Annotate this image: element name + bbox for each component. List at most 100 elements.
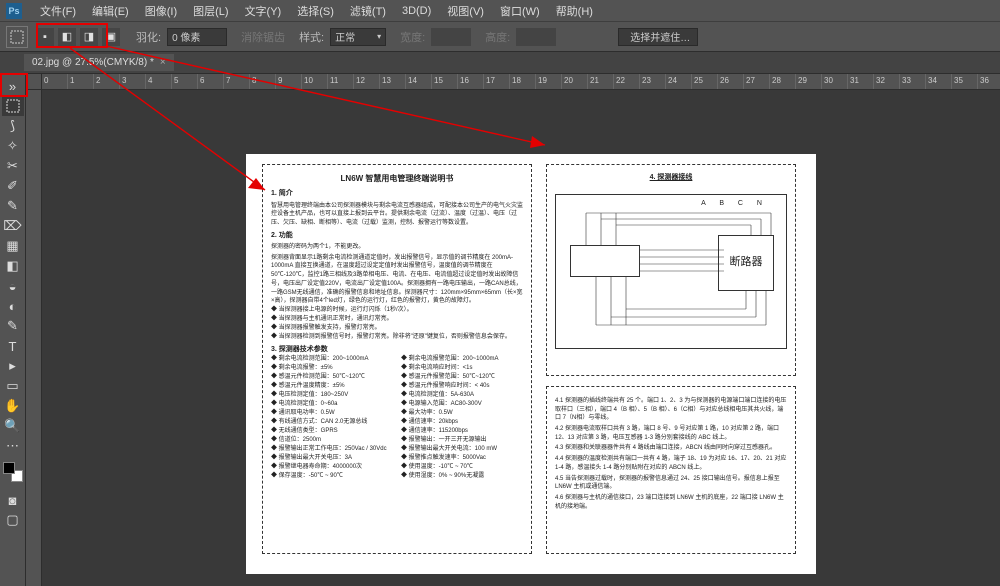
ruler-tick: 9 — [276, 74, 302, 89]
arrange-icon[interactable]: » — [2, 76, 24, 96]
doc-h2-func: 2. 功能 — [271, 231, 523, 242]
shape-tool-icon[interactable]: ▭ — [2, 376, 24, 396]
detector-unit — [570, 245, 640, 277]
ruler-tick: 31 — [848, 74, 874, 89]
ruler-tick: 7 — [224, 74, 250, 89]
sel-intersect-icon[interactable]: ▣ — [102, 28, 120, 46]
ruler-tick: 16 — [458, 74, 484, 89]
brush-tool-icon[interactable]: ✎ — [2, 196, 24, 216]
document-tab[interactable]: 02.jpg @ 27.5%(CMYK/8) * × — [24, 54, 174, 71]
lasso-tool-icon[interactable]: ⟆ — [2, 116, 24, 136]
ruler-tick: 34 — [926, 74, 952, 89]
text-tool-icon[interactable]: T — [2, 336, 24, 356]
ruler-corner — [26, 74, 42, 90]
ruler-tick: 35 — [952, 74, 978, 89]
current-tool-preview[interactable] — [6, 26, 28, 48]
ruler-tick: 10 — [302, 74, 328, 89]
ruler-tick: 13 — [380, 74, 406, 89]
crop-tool-icon[interactable]: ✂ — [2, 156, 24, 176]
menu-help[interactable]: 帮助(H) — [548, 3, 601, 19]
quickmask-icon[interactable]: ◙ — [2, 490, 24, 510]
list-item: 感温元件报警响应时间：< 40s — [401, 382, 523, 391]
list-item: 剩余电流报警：±5% — [271, 364, 393, 373]
ruler-tick: 3 — [120, 74, 146, 89]
list-item: 电流检测定值：0~60a — [271, 400, 393, 409]
width-label: 宽度: — [400, 29, 425, 45]
ruler-tick: 32 — [874, 74, 900, 89]
menu-view[interactable]: 视图(V) — [439, 3, 492, 19]
ruler-tick: 4 — [146, 74, 172, 89]
blur-tool-icon[interactable]: ◒ — [2, 276, 24, 296]
list-item: 使用湿度：0% ~ 90%无凝露 — [401, 472, 523, 481]
list-item: 剩余电流报警范围：200~1000mA — [401, 355, 523, 364]
magic-wand-tool-icon[interactable]: ✧ — [2, 136, 24, 156]
menu-edit[interactable]: 编辑(E) — [84, 3, 137, 19]
screenmode-icon[interactable]: ▢ — [2, 510, 24, 530]
doc-right-top-section: 4. 探测器接线 A B C N 断路器 — [546, 164, 796, 376]
menu-window[interactable]: 窗口(W) — [492, 3, 548, 19]
close-icon[interactable]: × — [160, 57, 166, 68]
menu-type[interactable]: 文字(Y) — [237, 3, 290, 19]
list-item: 电流检测定值：5A-630A — [401, 391, 523, 400]
path-select-tool-icon[interactable]: ▸ — [2, 356, 24, 376]
list-item: 报警继电器寿命期：4000000次 — [271, 463, 393, 472]
style-dropdown[interactable]: 正常 — [330, 28, 386, 46]
list-item: 报警输出最大开关电流：100 mW — [401, 445, 523, 454]
ruler-tick: 19 — [536, 74, 562, 89]
hand-tool-icon[interactable]: ✋ — [2, 396, 24, 416]
sel-new-icon[interactable]: ▪ — [36, 28, 54, 46]
feather-label: 羽化: — [136, 29, 161, 45]
ruler-tick: 21 — [588, 74, 614, 89]
width-input — [431, 28, 471, 46]
menu-select[interactable]: 选择(S) — [289, 3, 342, 19]
menu-image[interactable]: 图像(I) — [137, 3, 185, 19]
list-item: 电源输入范围：AC80-300V — [401, 400, 523, 409]
marquee-tool-icon[interactable] — [2, 96, 24, 116]
dodge-tool-icon[interactable]: ◐ — [2, 296, 24, 316]
healing-tool-icon[interactable]: ⌦ — [2, 216, 24, 236]
list-item: 报警推点触发速率：5000Vac — [401, 454, 523, 463]
menu-3d[interactable]: 3D(D) — [394, 5, 439, 17]
pen-tool-icon[interactable]: ✎ — [2, 316, 24, 336]
foreground-swatch[interactable] — [3, 462, 15, 474]
ruler-tick: 17 — [484, 74, 510, 89]
list-item: 感温元件报警范围：50℃~120℃ — [401, 373, 523, 382]
ruler-tick: 20 — [562, 74, 588, 89]
feather-input[interactable]: 0 像素 — [167, 28, 227, 46]
list-item: 报警输出正常工作电压：250Vac / 30Vdc — [271, 445, 393, 454]
list-item: 电压检测定值：180~250V — [271, 391, 393, 400]
height-input — [516, 28, 556, 46]
menu-filter[interactable]: 滤镜(T) — [342, 3, 394, 19]
list-item: 报警输出：一开三开无源输出 — [401, 436, 523, 445]
style-label: 样式: — [299, 29, 324, 45]
note-2: 4.2 探测器电流取样口共有 3 路，端口 8 号、9 号对应第 1 路，10 … — [555, 425, 787, 442]
note-4: 4.4 探测器的温度检测共有端口一共有 4 路，端子 18、19 为对应 16、… — [555, 455, 787, 472]
list-item: 当探测器与主机通讯正常时，通讯灯常亮。 — [271, 315, 523, 324]
note-1: 4.1 探测器的插线终端共有 25 个。端口 1、2、3 为与探测器的电源端口端… — [555, 397, 787, 423]
stamp-tool-icon[interactable]: ▦ — [2, 236, 24, 256]
ruler-tick: 30 — [822, 74, 848, 89]
ruler-tick: 14 — [406, 74, 432, 89]
ruler-tick: 23 — [640, 74, 666, 89]
more-tools-icon[interactable]: ⋯ — [2, 436, 24, 456]
doc-bullets-1: 当探测器接上电源的时候，运行灯闪烁（1秒/次）。 当探测器与主机通讯正常时，通讯… — [271, 306, 523, 342]
height-label: 高度: — [485, 29, 510, 45]
eyedropper-tool-icon[interactable]: ✐ — [2, 176, 24, 196]
gradient-tool-icon[interactable]: ◧ — [2, 256, 24, 276]
zoom-tool-icon[interactable]: 🔍 — [2, 416, 24, 436]
breaker-unit: 断路器 — [718, 235, 774, 291]
menu-file[interactable]: 文件(F) — [32, 3, 84, 19]
sel-add-icon[interactable]: ◧ — [58, 28, 76, 46]
refine-edge-button[interactable]: 选择并遮住… — [618, 28, 698, 46]
list-item: 无线通信类型：GPRS — [271, 427, 393, 436]
list-item: 感温元件检测范围：50℃~120℃ — [271, 373, 393, 382]
ruler-tick: 8 — [250, 74, 276, 89]
selection-mode-group: ▪ ◧ ◨ ▣ — [34, 26, 122, 48]
canvas[interactable]: 0 1 2 3 4 5 6 7 8 9 10 11 12 13 14 15 16… — [26, 74, 1000, 586]
menu-layer[interactable]: 图层(L) — [185, 3, 236, 19]
doc-left-section: LN6W 智慧用电管理终端说明书 1. 简介 智慧用电管理终端由本公司探测器模块… — [262, 164, 532, 554]
doc-right-bottom-section: 4.1 探测器的插线终端共有 25 个。端口 1、2、3 为与探测器的电源端口端… — [546, 386, 796, 554]
ruler-tick: 18 — [510, 74, 536, 89]
sel-subtract-icon[interactable]: ◨ — [80, 28, 98, 46]
color-swatches[interactable] — [3, 462, 23, 482]
